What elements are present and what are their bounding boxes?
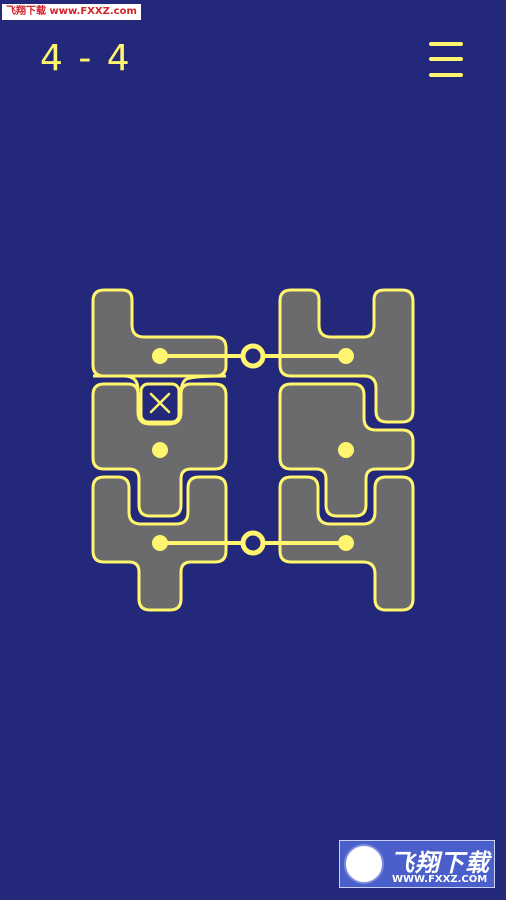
hinge-ring[interactable] <box>240 343 266 369</box>
logo-icon <box>344 844 384 884</box>
node-dot <box>338 348 354 364</box>
watermark-url: WWW.FXXZ.COM <box>392 874 488 885</box>
hinge-ring[interactable] <box>240 530 266 556</box>
node-dot <box>152 535 168 551</box>
node-dot <box>338 535 354 551</box>
blocked-cell <box>139 382 181 424</box>
node-dot <box>152 442 168 458</box>
node-dot <box>152 348 168 364</box>
node-dot <box>338 442 354 458</box>
puzzle-board <box>91 288 415 612</box>
watermark-bottom: 飞翔下载 WWW.FXXZ.COM <box>339 840 495 888</box>
watermark-name: 飞翔下载 <box>390 849 490 877</box>
